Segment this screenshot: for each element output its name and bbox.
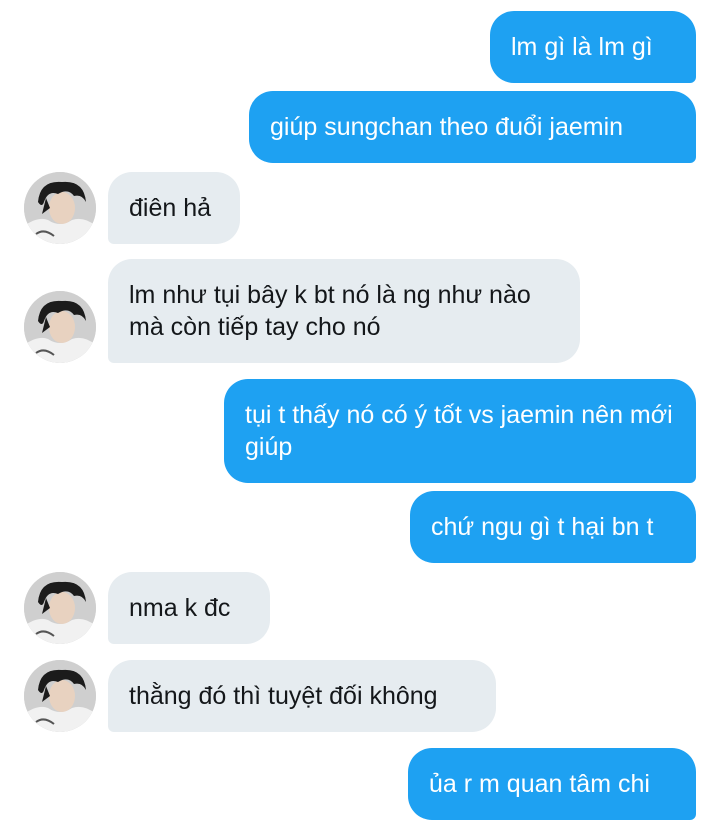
outgoing-message[interactable]: ủa r m quan tâm chi: [408, 748, 696, 820]
avatar-photo-icon: [24, 291, 96, 363]
chat-thread: lm gì là lm gì giúp sungchan theo đuổi j…: [0, 0, 720, 823]
contact-avatar[interactable]: [24, 172, 96, 244]
outgoing-message[interactable]: tụi t thấy nó có ý tốt vs jaemin nên mới…: [224, 379, 696, 483]
outgoing-message[interactable]: lm gì là lm gì: [490, 11, 696, 83]
incoming-message[interactable]: lm như tụi bây k bt nó là ng như nào mà …: [108, 259, 580, 363]
contact-avatar[interactable]: [24, 291, 96, 363]
incoming-message[interactable]: thằng đó thì tuyệt đối không: [108, 660, 496, 732]
avatar-photo-icon: [24, 172, 96, 244]
contact-avatar[interactable]: [24, 572, 96, 644]
outgoing-message[interactable]: giúp sungchan theo đuổi jaemin: [249, 91, 696, 163]
avatar-photo-icon: [24, 572, 96, 644]
outgoing-message[interactable]: chứ ngu gì t hại bn t: [410, 491, 696, 563]
contact-avatar[interactable]: [24, 660, 96, 732]
incoming-message[interactable]: nma k đc: [108, 572, 270, 644]
avatar-photo-icon: [24, 660, 96, 732]
incoming-message[interactable]: điên hả: [108, 172, 240, 244]
